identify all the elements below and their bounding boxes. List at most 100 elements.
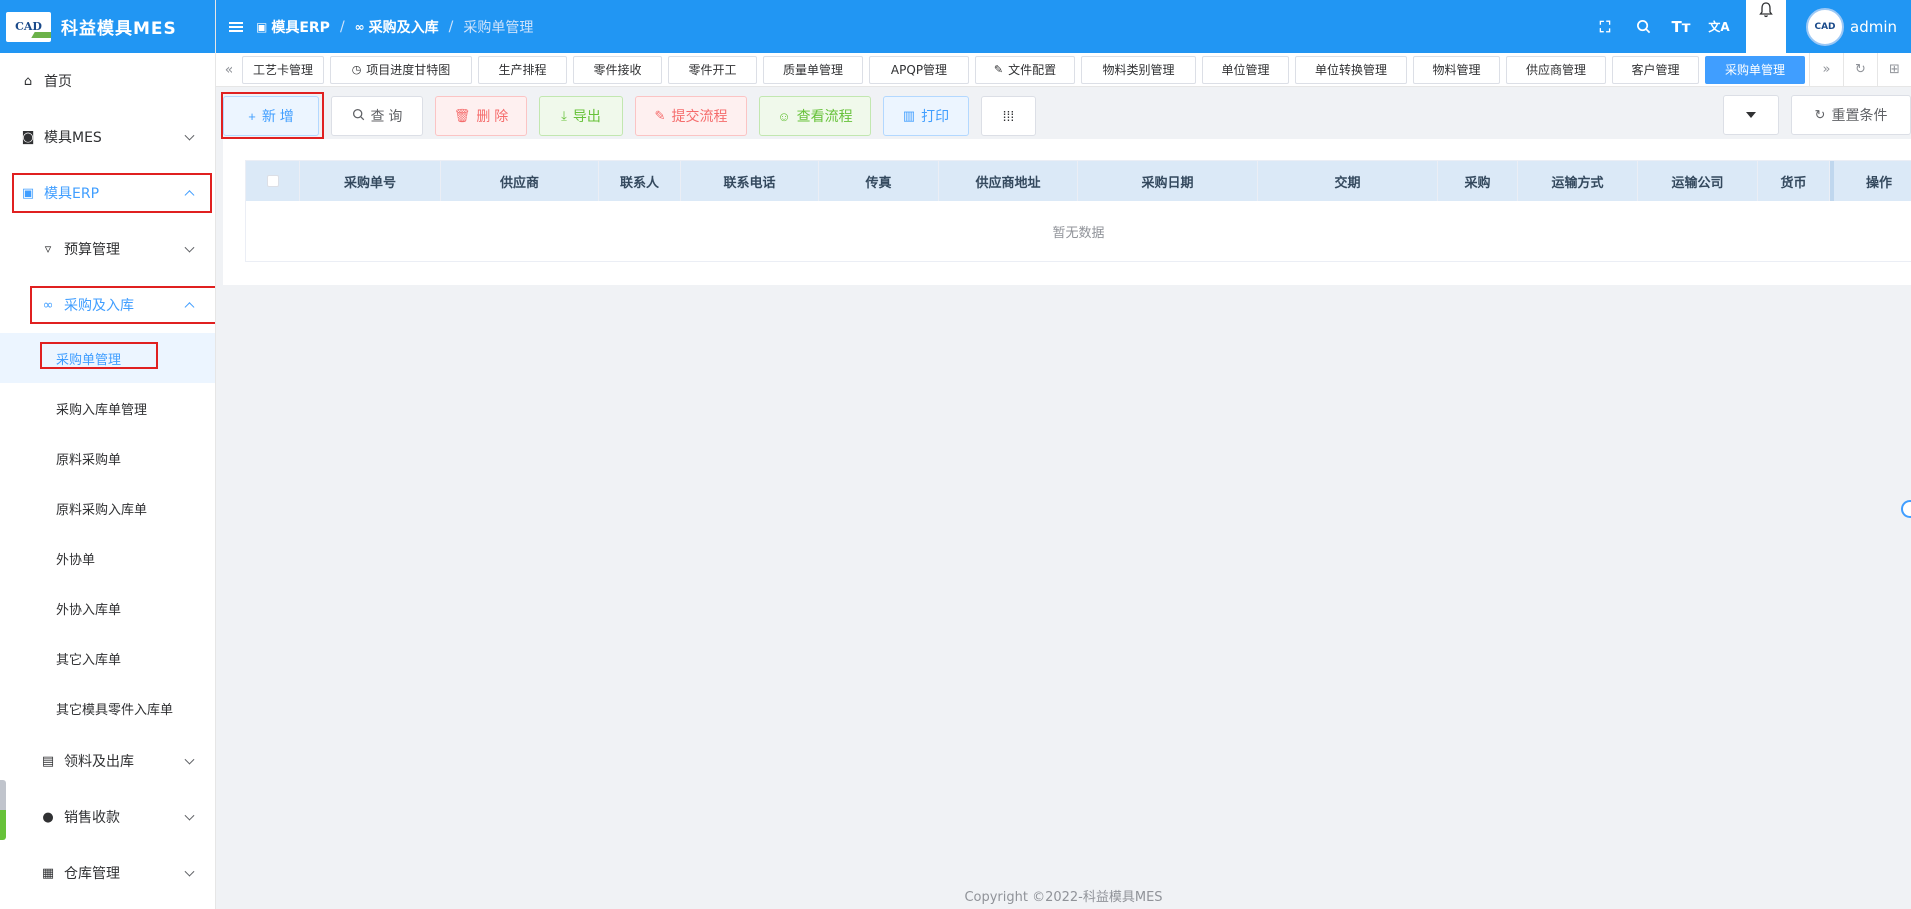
sidebar-item-other-inbound[interactable]: 其它入库单 [0,633,215,683]
tab-apqp[interactable]: APQP管理 [869,55,969,84]
tab-supplier[interactable]: 供应商管理 [1506,55,1606,84]
sidebar-item-material-outbound[interactable]: ▤ 领料及出库 [0,733,215,789]
breadcrumb: ▣ 模具ERP / ∞ 采购及入库 / 采购单管理 [256,17,533,37]
col-delivery[interactable]: 交期 [1258,161,1438,201]
col-order-no[interactable]: 采购单号 [300,161,441,201]
col-supplier[interactable]: 供应商 [441,161,599,201]
tab-unit[interactable]: 单位管理 [1202,55,1289,84]
col-supplier-address[interactable]: 供应商地址 [939,161,1078,201]
sidebar-item-budget[interactable]: ▿ 预算管理 [0,221,215,277]
sidebar-item-raw-purchase[interactable]: 原料采购单 [0,433,215,483]
query-button[interactable]: 查 询 [331,96,423,136]
username[interactable]: admin [1850,18,1897,36]
table-header: 采购单号 供应商 联系人 联系电话 传真 供应商地址 采购日期 交期 采购 运输… [246,161,1911,201]
tab-label: 工艺卡管理 [253,63,314,77]
tabs-bar: « 工艺卡管理 ◷ 项目进度甘特图 生产排程 零件接收 零件开工 质量单管理 AP… [216,52,1911,87]
smile-icon: ☺ [777,108,791,124]
col-contact[interactable]: 联系人 [599,161,681,201]
breadcrumb-separator: / [448,18,454,35]
sidebar-item-label: 原料采购入库单 [56,502,148,518]
delete-button[interactable]: 🗑 删 除 [435,96,527,136]
tab-quality[interactable]: 质量单管理 [763,55,863,84]
col-purchase-date[interactable]: 采购日期 [1078,161,1258,201]
menu-toggle-icon[interactable] [216,0,256,53]
breadcrumb-label: 采购单管理 [463,19,534,36]
tab-scheduling[interactable]: 生产排程 [478,55,567,84]
col-transport-company[interactable]: 运输公司 [1638,161,1758,201]
sidebar-item-label: 领料及出库 [64,754,134,770]
font-size-icon[interactable]: Tт [1662,0,1700,53]
sidebar-item-label: 模具MES [44,130,102,146]
tabs-scroll-right-icon[interactable]: » [1809,52,1843,87]
bicycle-icon: ∞ [42,297,54,313]
reset-conditions-button[interactable]: ↻ 重置条件 [1791,95,1911,135]
sidebar-item-erp[interactable]: ▣ 模具ERP [0,165,215,221]
sidebar-item-purchase-inbound[interactable]: ∞ 采购及入库 [0,277,215,333]
sidebar-item-outsource-inbound[interactable]: 外协入库单 [0,583,215,633]
box-icon: ▣ [21,185,35,201]
avatar[interactable]: CAD [1806,7,1844,46]
building-icon: ▤ [41,753,55,769]
tab-material[interactable]: 物料管理 [1413,55,1500,84]
add-button-label: 新 增 [261,108,294,124]
logo-image: CAD [6,11,51,42]
sidebar-item-purchase-inbound-order[interactable]: 采购入库单管理 [0,383,215,433]
side-drawer-handle[interactable] [0,780,6,840]
tab-part-start[interactable]: 零件开工 [668,55,757,84]
expand-filter-button[interactable] [1723,95,1779,135]
add-button[interactable]: + 新 增 [223,96,319,136]
column-settings-button[interactable]: ⁞⁞⁞ [981,96,1036,136]
sidebar-item-other-mold-part-inbound[interactable]: 其它模具零件入库单 [0,683,215,733]
checkbox[interactable] [266,175,279,187]
tab-purchase-order[interactable]: 采购单管理 [1705,55,1805,84]
sidebar: CAD 科益模具MES ⌂ 首页 ◙ 模具MES ▣ 模具ERP ▿ 预算管理 … [0,0,216,909]
settings-gear-icon[interactable] [1901,500,1911,518]
export-button[interactable]: ⤓ 导出 [539,96,623,136]
sidebar-item-warehouse[interactable]: ▦ 仓库管理 [0,845,215,901]
fullscreen-icon[interactable]: ⛶ [1586,0,1624,53]
col-fax[interactable]: 传真 [819,161,939,201]
export-button-label: 导出 [572,108,601,124]
col-phone[interactable]: 联系电话 [681,161,819,201]
sidebar-item-raw-purchase-inbound[interactable]: 原料采购入库单 [0,483,215,533]
tabs-scroll-left-icon[interactable]: « [216,53,242,87]
bell-icon[interactable] [1746,0,1786,53]
tab-unit-conversion[interactable]: 单位转换管理 [1295,55,1407,84]
select-all-checkbox[interactable] [246,161,300,201]
tab-customer[interactable]: 客户管理 [1612,55,1699,84]
grid-icon: ⁞⁞⁞ [1002,108,1015,124]
grid-menu-icon[interactable]: ⊞ [1877,52,1911,87]
tab-process-card[interactable]: 工艺卡管理 [242,55,324,84]
tab-label: 文件配置 [1008,63,1057,77]
submit-flow-button[interactable]: ✎ 提交流程 [635,96,747,136]
breadcrumb-item-purchase[interactable]: ∞ 采购及入库 [355,17,439,37]
refresh-icon[interactable]: ↻ [1843,52,1877,87]
chevron-down-icon [184,754,195,765]
col-transport-method[interactable]: 运输方式 [1518,161,1638,201]
breadcrumb-item-erp[interactable]: ▣ 模具ERP [256,17,330,37]
caret-down-icon [1746,112,1756,118]
col-currency[interactable]: 货币 [1758,161,1830,201]
app-logo[interactable]: CAD 科益模具MES [0,0,215,53]
translate-icon[interactable]: 文A [1700,0,1738,53]
view-flow-button[interactable]: ☺ 查看流程 [759,96,871,136]
tab-gantt[interactable]: ◷ 项目进度甘特图 [330,55,472,84]
sidebar-item-purchase-order[interactable]: 采购单管理 [0,333,215,383]
sidebar-item-mes[interactable]: ◙ 模具MES [0,109,215,165]
tab-material-category[interactable]: 物料类别管理 [1081,55,1196,84]
sidebar-item-home[interactable]: ⌂ 首页 [0,53,215,109]
tab-part-receive[interactable]: 零件接收 [573,55,662,84]
sidebar-item-outsource[interactable]: 外协单 [0,533,215,583]
sidebar-item-label: 仓库管理 [64,866,120,882]
print-button[interactable]: ▥ 打印 [883,96,969,136]
sidebar-item-sales-receipt[interactable]: ● 销售收款 [0,789,215,845]
filter-icon: ▿ [44,241,52,257]
search-icon[interactable] [1624,0,1662,53]
tab-file-config[interactable]: ✎ 文件配置 [975,55,1075,84]
col-purchaser[interactable]: 采购 [1438,161,1518,201]
view-flow-label: 查看流程 [796,108,853,124]
chevron-up-icon [184,190,195,201]
tab-label: 零件开工 [688,63,737,77]
camera-icon: ◙ [21,129,35,145]
sidebar-item-label: 采购及入库 [64,298,134,314]
